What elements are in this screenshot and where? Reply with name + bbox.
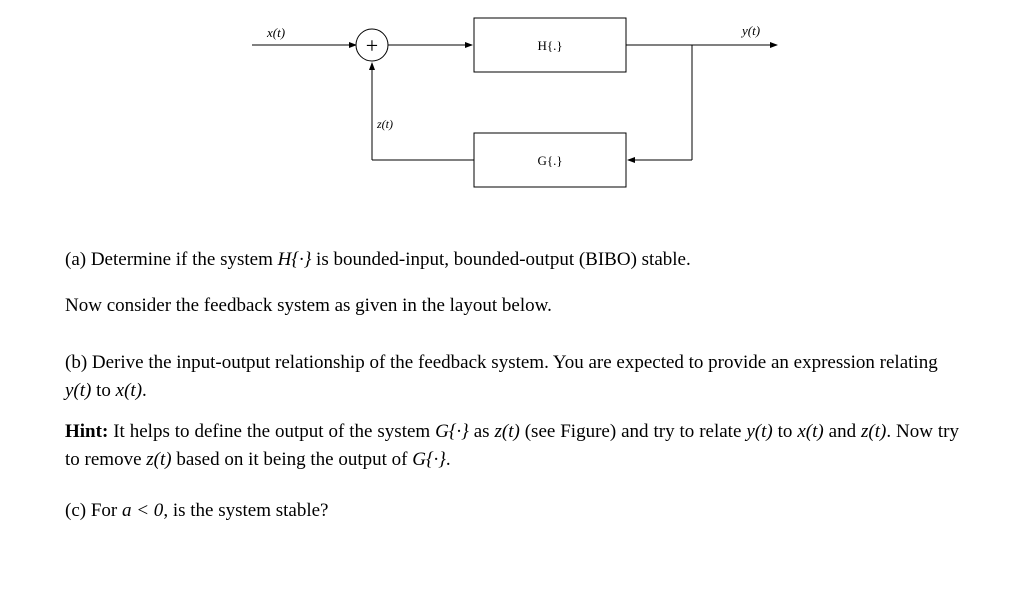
xt2: x(t) <box>797 421 823 442</box>
output-label: y(t) <box>740 23 760 38</box>
diagram-svg: x(t) + H{.} y(t) G{.} z(t) <box>242 10 782 220</box>
hint5: and <box>824 421 861 442</box>
part-c-suffix: , is the system stable? <box>163 500 328 521</box>
yt2: y(t) <box>746 421 772 442</box>
Gsys: G{·} <box>435 421 469 442</box>
part-c: (c) For a < 0, is the system stable? <box>65 497 959 525</box>
hint7: based on it being the output of <box>172 449 413 470</box>
hint3: (see Figure) and try to relate <box>520 421 747 442</box>
part-a: (a) Determine if the system H{·} is boun… <box>65 246 959 274</box>
zt2: z(t) <box>861 421 886 442</box>
input-label: x(t) <box>266 25 285 40</box>
hint-para: Hint: It helps to define the output of t… <box>65 418 959 473</box>
hint2: as <box>469 421 495 442</box>
part-a-sys: H{·} <box>278 249 312 270</box>
block-G-label: G{.} <box>537 153 562 168</box>
block-diagram: x(t) + H{.} y(t) G{.} z(t) <box>242 10 782 220</box>
part-c-prefix: (c) For <box>65 500 122 521</box>
zt1: z(t) <box>494 421 519 442</box>
yt1: y(t) <box>65 380 91 401</box>
Gsys2: G{·} <box>412 449 446 470</box>
block-H-label: H{.} <box>537 38 562 53</box>
period2: . <box>446 449 451 470</box>
hint-label: Hint: <box>65 421 108 442</box>
hint1: It helps to define the output of the sys… <box>108 421 435 442</box>
para-consider: Now consider the feedback system as give… <box>65 292 959 320</box>
part-a-suffix: is bounded-input, bounded-output (BIBO) … <box>311 249 690 270</box>
hint4: to <box>773 421 798 442</box>
summing-plus: + <box>366 33 378 58</box>
part-b: (b) Derive the input-output relationship… <box>65 349 959 404</box>
aless: a < 0 <box>122 500 163 521</box>
part-a-prefix: (a) Determine if the system <box>65 249 278 270</box>
period1: . <box>142 380 147 401</box>
xt1: x(t) <box>116 380 142 401</box>
part-b-prefix: (b) Derive the input-output relationship… <box>65 352 938 373</box>
to1: to <box>91 380 115 401</box>
feedback-label: z(t) <box>376 117 393 131</box>
zt3: z(t) <box>146 449 171 470</box>
